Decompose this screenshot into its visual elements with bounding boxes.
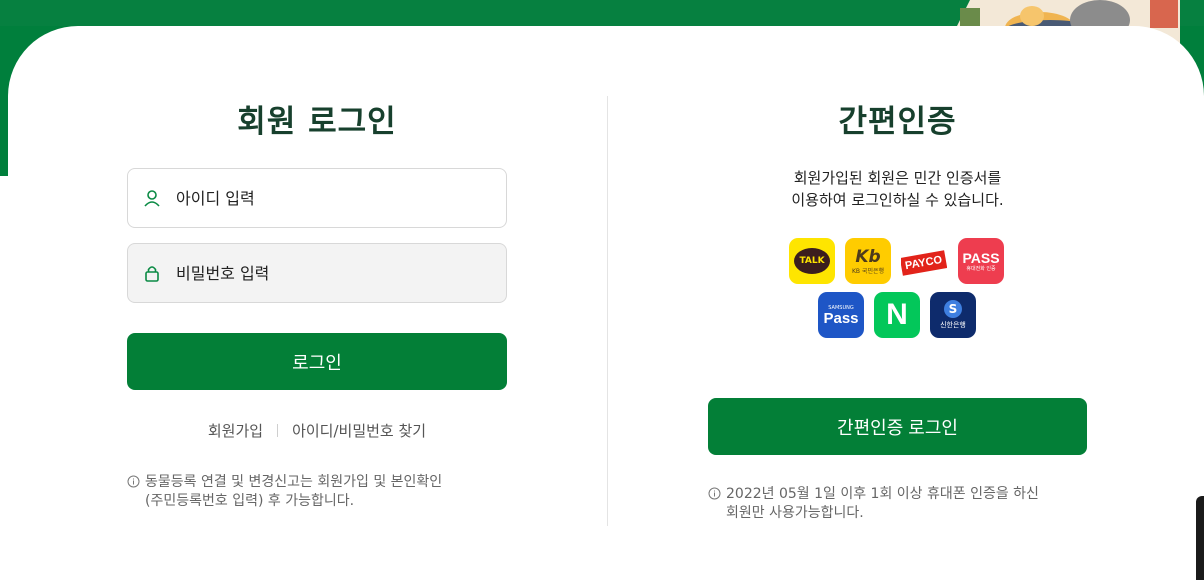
easy-auth-description: 회원가입된 회원은 민간 인증서를 이용하여 로그인하실 수 있습니다. <box>708 167 1087 211</box>
kakao-auth-button[interactable]: TALK <box>789 238 835 284</box>
login-notice-line2: (주민등록번호 입력) 후 가능합니다. <box>145 493 355 509</box>
password-input[interactable] <box>176 263 476 283</box>
easy-auth-login-button[interactable]: 간편인증 로그인 <box>708 398 1087 455</box>
kb-logo-icon: Kb <box>855 246 881 267</box>
login-notice-line1: 동물등록 연결 및 변경신고는 회원가입 및 본인확인 <box>145 474 443 490</box>
find-id-password-link[interactable]: 아이디/비밀번호 찾기 <box>292 420 426 441</box>
info-icon <box>127 473 143 511</box>
pass-label: 휴대전화 인증 <box>966 265 996 272</box>
easy-notice-line1: 2022년 05월 1일 이후 1회 이상 휴대폰 인증을 하신 <box>726 486 1039 502</box>
account-links: 회원가입 아이디/비밀번호 찾기 <box>127 420 507 441</box>
shinhan-logo-icon: S <box>944 300 962 318</box>
easy-auth-desc-line1: 회원가입된 회원은 민간 인증서를 <box>793 169 1002 187</box>
pass-logo-icon: PASS <box>962 249 1000 266</box>
kakao-talk-icon: TALK <box>794 248 830 274</box>
password-field[interactable] <box>127 243 507 303</box>
easy-auth-desc-line2: 이용하여 로그인하실 수 있습니다. <box>791 191 1004 209</box>
shinhan-bank-label: 신한은행 <box>940 321 966 329</box>
login-notice: 동물등록 연결 및 변경신고는 회원가입 및 본인확인 (주민등록번호 입력) … <box>127 473 507 511</box>
id-input[interactable] <box>176 188 476 208</box>
info-icon <box>708 485 724 523</box>
lock-icon <box>128 263 176 283</box>
section-divider <box>607 96 608 526</box>
samsung-pass-logo-icon: Pass <box>823 309 859 327</box>
kb-bank-auth-button[interactable]: Kb KB 국민은행 <box>845 238 891 284</box>
pass-auth-button[interactable]: PASS 휴대전화 인증 <box>958 238 1004 284</box>
easy-auth-title: 간편인증 <box>838 104 957 140</box>
samsung-pass-auth-button[interactable]: SAMSUNG Pass <box>818 292 864 338</box>
kb-bank-label: KB 국민은행 <box>851 267 885 275</box>
card-edge <box>0 176 8 580</box>
easy-auth-notice: 2022년 05월 1일 이후 1회 이상 휴대폰 인증을 하신 회원만 사용가… <box>708 485 1108 523</box>
user-icon <box>128 188 176 208</box>
id-field[interactable] <box>127 168 507 228</box>
login-button[interactable]: 로그인 <box>127 333 507 390</box>
signup-link[interactable]: 회원가입 <box>208 420 263 441</box>
payco-logo-icon: PAYCO <box>901 250 947 276</box>
member-login-title: 회원 로그인 <box>237 104 397 140</box>
shinhan-bank-auth-button[interactable]: S 신한은행 <box>930 292 976 338</box>
naver-auth-button[interactable]: N <box>874 292 920 338</box>
scrollbar[interactable] <box>1196 496 1204 580</box>
naver-logo-icon: N <box>886 298 908 331</box>
easy-notice-line2: 회원만 사용가능합니다. <box>726 505 864 521</box>
payco-auth-button[interactable]: PAYCO <box>901 240 947 286</box>
link-separator <box>277 424 279 437</box>
